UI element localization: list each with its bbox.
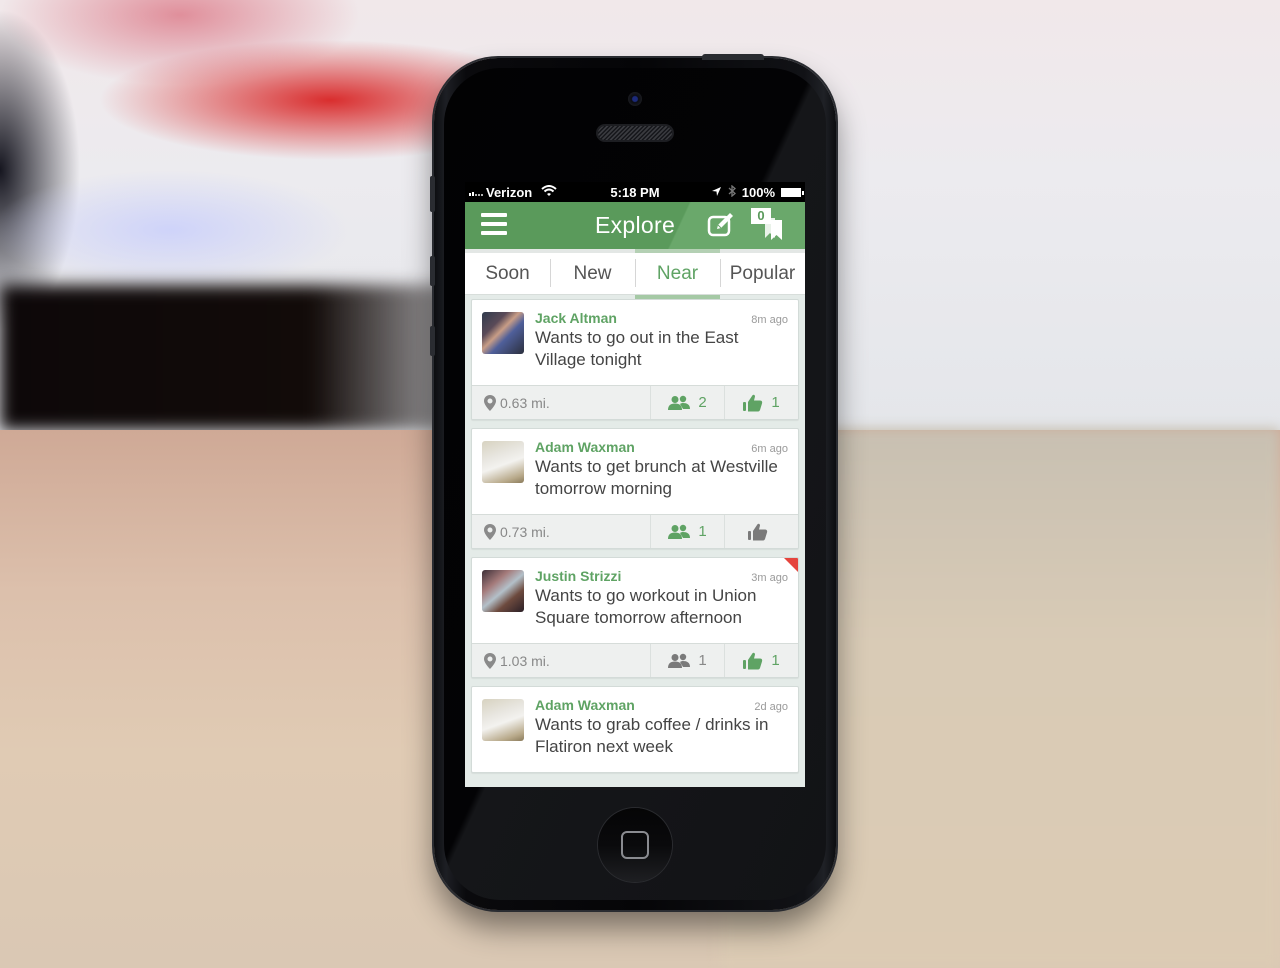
feed-card[interactable]: Justin Strizzi 3m ago Wants to go workou…: [471, 557, 799, 678]
distance: 0.63 mi.: [500, 394, 550, 411]
tab-label: Popular: [729, 262, 796, 284]
author-name[interactable]: Adam Waxman: [535, 697, 635, 713]
volume-up-button: [430, 256, 435, 286]
compose-button[interactable]: [707, 211, 737, 239]
avatar[interactable]: [482, 312, 524, 354]
page-title: Explore: [594, 212, 676, 238]
join-button[interactable]: 2: [650, 386, 724, 419]
timestamp: 8m ago: [751, 314, 788, 326]
power-button: [702, 54, 764, 60]
home-square-icon: [621, 831, 649, 859]
like-button[interactable]: 1: [724, 386, 798, 419]
join-button[interactable]: 1: [650, 515, 724, 548]
carrier-name: Verizon: [486, 184, 533, 200]
card-footer: 1.03 mi. 1 1: [472, 643, 798, 677]
tab-label: Near: [656, 262, 699, 284]
thumbs-up-icon: [743, 394, 763, 412]
tab-label: New: [573, 262, 612, 284]
filter-tabs: Soon New Near Popular: [465, 249, 805, 300]
new-flag-icon: [784, 558, 798, 572]
mute-switch: [430, 176, 435, 212]
avatar[interactable]: [482, 699, 524, 741]
tab-near[interactable]: Near: [635, 249, 720, 300]
people-count: 2: [698, 394, 707, 411]
card-message: Wants to go out in the East Village toni…: [535, 328, 739, 369]
tab-label: Soon: [485, 262, 530, 284]
timestamp: 2d ago: [754, 701, 788, 713]
join-button[interactable]: 1: [650, 644, 724, 677]
like-button[interactable]: 1: [724, 644, 798, 677]
thumbs-up-icon: [747, 523, 768, 541]
timestamp: 6m ago: [751, 443, 788, 455]
map-pin-icon: [484, 652, 496, 669]
card-footer: 0.73 mi. 1: [472, 514, 798, 548]
thumbs-up-icon: [743, 652, 763, 670]
map-pin-icon: [484, 394, 496, 411]
feed-card[interactable]: Jack Altman 8m ago Wants to go out in th…: [471, 299, 799, 420]
avatar[interactable]: [482, 441, 524, 483]
people-icon: [668, 653, 691, 669]
location-arrow-icon: [711, 185, 722, 200]
author-name[interactable]: Adam Waxman: [535, 439, 635, 455]
activity-feed: Jack Altman 8m ago Wants to go out in th…: [465, 295, 805, 773]
avatar[interactable]: [482, 570, 524, 612]
distance: 0.73 mi.: [500, 523, 550, 540]
earpiece-speaker: [598, 126, 672, 140]
timestamp: 3m ago: [751, 572, 788, 584]
map-pin-icon: [484, 523, 496, 540]
battery-icon: [781, 187, 804, 197]
author-name[interactable]: Jack Altman: [535, 310, 617, 326]
tab-new[interactable]: New: [550, 253, 635, 294]
people-icon: [668, 395, 691, 411]
feed-card[interactable]: Adam Waxman 6m ago Wants to get brunch a…: [471, 428, 799, 549]
people-count: 1: [698, 523, 707, 540]
battery-percent: 100%: [741, 184, 775, 200]
people-icon: [668, 524, 691, 540]
front-camera-icon: [628, 92, 642, 106]
feed-card[interactable]: Adam Waxman 2d ago Wants to grab coffee …: [471, 686, 799, 773]
card-footer: 0.63 mi. 2 1: [472, 385, 798, 419]
wifi-icon: [541, 184, 557, 200]
tab-popular[interactable]: Popular: [720, 253, 805, 294]
likes-count: 1: [771, 652, 780, 669]
bluetooth-icon: [728, 184, 736, 200]
compose-icon: [707, 213, 737, 243]
home-button[interactable]: [598, 808, 672, 882]
card-message: Wants to go workout in Union Square tomo…: [535, 586, 757, 627]
like-button[interactable]: [724, 515, 798, 548]
status-bar: Verizon 5:18 PM 100%: [465, 182, 805, 202]
bookmarks-count-badge: 0: [751, 208, 771, 224]
card-message: Wants to grab coffee / drinks in Flatiro…: [535, 715, 769, 756]
signal-strength-icon: [469, 188, 483, 196]
nav-bar: Explore 0: [465, 202, 805, 249]
card-message: Wants to get brunch at Westville tomorro…: [535, 457, 778, 498]
hamburger-menu-icon[interactable]: [481, 213, 507, 235]
likes-count: 1: [771, 394, 780, 411]
volume-down-button: [430, 326, 435, 356]
bookmarks-button[interactable]: 0: [751, 206, 785, 242]
author-name[interactable]: Justin Strizzi: [535, 568, 621, 584]
people-count: 1: [698, 652, 707, 669]
app-screen: Verizon 5:18 PM 100% Explore 0 Soon New …: [465, 182, 805, 787]
tab-soon[interactable]: Soon: [465, 253, 550, 294]
distance: 1.03 mi.: [500, 652, 550, 669]
